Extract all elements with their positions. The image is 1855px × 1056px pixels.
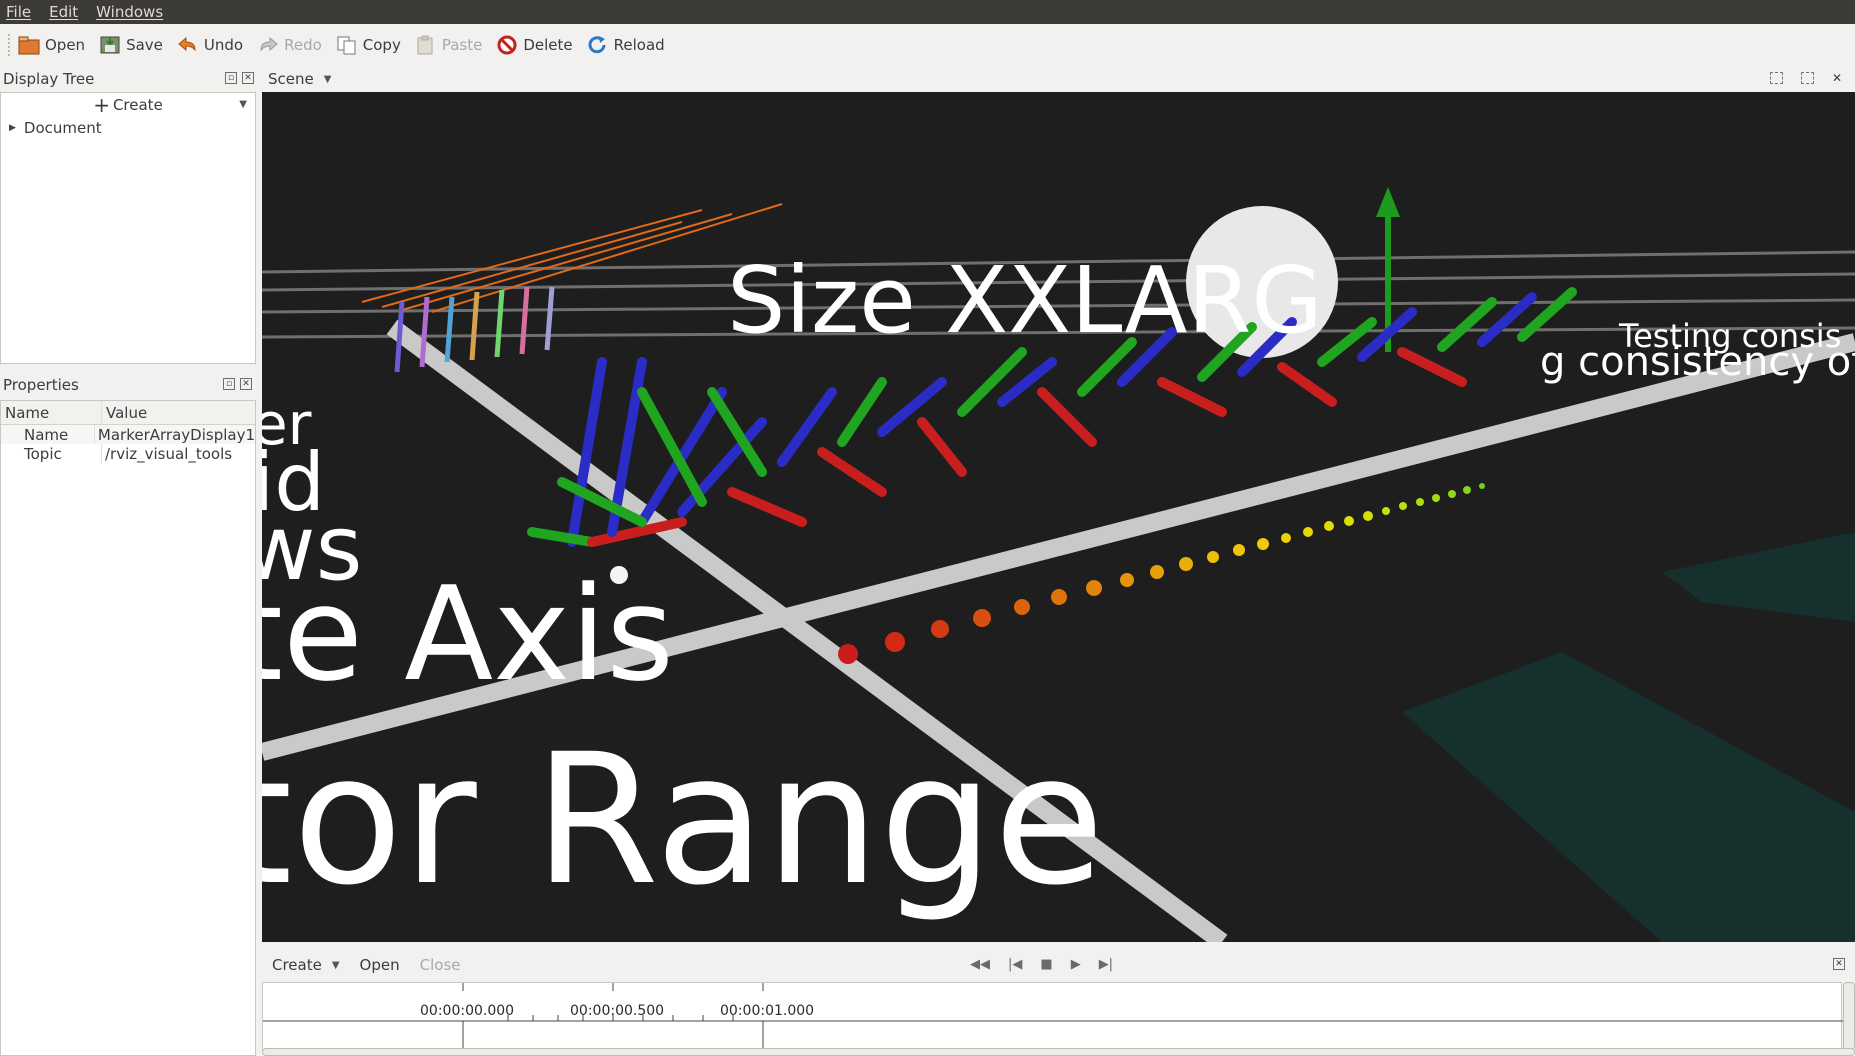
- paste-label: Paste: [441, 36, 483, 54]
- properties-table: Name Value Name MarkerArrayDisplay1 Topi…: [0, 400, 256, 1056]
- column-header-value[interactable]: Value: [102, 401, 255, 424]
- delete-label: Delete: [523, 36, 573, 54]
- scene-title[interactable]: Scene: [268, 70, 314, 88]
- column-header-name[interactable]: Name: [1, 401, 102, 424]
- save-icon: [100, 36, 120, 54]
- timeline-vertical-scrollbar[interactable]: [1843, 982, 1855, 1050]
- float-icon[interactable]: ▫: [223, 378, 235, 390]
- tree-item-label: Document: [23, 119, 102, 137]
- rewind-icon[interactable]: ◀◀: [970, 957, 990, 972]
- float-icon[interactable]: ▫: [225, 72, 237, 84]
- redo-button[interactable]: Redo: [257, 35, 322, 55]
- play-icon[interactable]: ▶: [1071, 957, 1081, 972]
- copy-label: Copy: [362, 36, 401, 54]
- redo-icon: [260, 36, 278, 52]
- overlay-text-er: er: [262, 390, 312, 458]
- scene-canvas: tor Range te Axis ws id er Size XXLARG T…: [262, 187, 1855, 942]
- scene-header: Scene ▼ ✕: [262, 66, 1855, 92]
- copy-button[interactable]: Copy: [336, 35, 401, 55]
- paste-icon: [417, 35, 433, 55]
- timeline-close-button[interactable]: Close: [420, 956, 461, 974]
- create-label: Create: [112, 96, 163, 114]
- left-dock: Display Tree ▫ ✕ + Create ▼ ▶ Document P…: [0, 66, 258, 1056]
- properties-header-row: Name Value: [1, 401, 255, 425]
- close-icon[interactable]: ✕: [242, 72, 254, 84]
- overlay-text-range: tor Range: [262, 716, 1104, 925]
- reload-label: Reload: [613, 36, 665, 54]
- timeline-create-label: Create: [272, 956, 322, 974]
- split-horizontal-icon[interactable]: [1770, 72, 1783, 84]
- menu-bar: File Edit Windows: [0, 0, 1855, 24]
- toolbar-grip[interactable]: [8, 34, 12, 56]
- property-value[interactable]: /rviz_visual_tools: [102, 444, 255, 463]
- create-display-button[interactable]: + Create ▼: [1, 93, 255, 117]
- timeline-track[interactable]: 00:00:00.000 00:00:00.500 00:00:01.000: [262, 982, 1843, 1051]
- properties-header: Properties ▫ ✕: [0, 372, 256, 398]
- property-name: Topic: [1, 444, 102, 463]
- plus-icon: +: [93, 93, 110, 117]
- properties-title: Properties: [3, 376, 79, 394]
- timeline-horizontal-scrollbar[interactable]: [262, 1048, 1855, 1056]
- timeline-open-button[interactable]: Open: [360, 956, 400, 974]
- playback-controls: ◀◀ |◀ ■ ▶ ▶|: [970, 957, 1113, 972]
- delete-icon: [497, 35, 517, 55]
- undo-label: Undo: [203, 36, 244, 54]
- folder-open-icon: [18, 36, 40, 55]
- display-tree-header: Display Tree ▫ ✕: [0, 66, 258, 92]
- reload-icon: [588, 36, 606, 54]
- property-value[interactable]: MarkerArrayDisplay1: [95, 425, 255, 444]
- stop-icon[interactable]: ■: [1040, 957, 1052, 972]
- close-icon[interactable]: ✕: [1832, 72, 1845, 84]
- split-vertical-icon[interactable]: [1801, 72, 1814, 84]
- delete-button[interactable]: Delete: [496, 35, 573, 55]
- close-icon[interactable]: ✕: [1833, 958, 1845, 970]
- property-name: Name: [1, 425, 95, 444]
- toolbar: Open Save Undo Redo Copy Paste Delete Re…: [0, 24, 1855, 66]
- reload-button[interactable]: Reload: [587, 35, 665, 55]
- overlay-text-size: Size XXLARG: [727, 247, 1323, 354]
- chevron-down-icon[interactable]: ▼: [239, 99, 247, 110]
- display-tree-title: Display Tree: [3, 70, 95, 88]
- timeline-tick-label: 00:00:00.000: [420, 1003, 515, 1019]
- timeline-panel: Create ▼ Open Close ◀◀ |◀ ■ ▶ ▶| ✕ 00:00…: [262, 948, 1855, 1056]
- timeline-tick-label: 00:00:01.000: [720, 1003, 815, 1019]
- table-row[interactable]: Name MarkerArrayDisplay1: [1, 425, 255, 444]
- menu-file[interactable]: File: [6, 3, 31, 21]
- skip-end-icon[interactable]: ▶|: [1099, 957, 1113, 972]
- orange-lines: [361, 203, 783, 313]
- 3d-viewport[interactable]: tor Range te Axis ws id er Size XXLARG T…: [262, 92, 1855, 942]
- menu-windows[interactable]: Windows: [96, 3, 163, 21]
- open-button[interactable]: Open: [18, 35, 85, 55]
- paste-button[interactable]: Paste: [415, 35, 483, 55]
- undo-icon: [178, 36, 196, 52]
- chevron-down-icon[interactable]: ▼: [332, 960, 340, 971]
- chevron-down-icon[interactable]: ▼: [324, 74, 332, 85]
- copy-icon: [337, 36, 356, 55]
- open-label: Open: [45, 36, 86, 54]
- menu-edit[interactable]: Edit: [49, 3, 78, 21]
- skip-start-icon[interactable]: |◀: [1008, 957, 1022, 972]
- tree-item-document[interactable]: ▶ Document: [1, 117, 255, 139]
- table-row[interactable]: Topic /rviz_visual_tools: [1, 444, 255, 463]
- expand-arrow-icon[interactable]: ▶: [9, 123, 16, 133]
- timeline-toolbar: Create ▼ Open Close ◀◀ |◀ ■ ▶ ▶| ✕: [262, 948, 1855, 982]
- colored-bars: [394, 286, 555, 373]
- teal-plane-2: [1662, 532, 1855, 622]
- timeline-tick-label: 00:00:00.500: [570, 1003, 665, 1019]
- save-button[interactable]: Save: [99, 35, 163, 55]
- overlay-text-testing-2: g consistency of: [1540, 339, 1855, 385]
- display-tree: + Create ▼ ▶ Document: [0, 92, 256, 364]
- teal-plane: [1402, 652, 1855, 942]
- undo-button[interactable]: Undo: [177, 35, 243, 55]
- timeline-create-button[interactable]: Create ▼: [272, 956, 340, 974]
- redo-label: Redo: [284, 36, 322, 54]
- save-label: Save: [126, 36, 163, 54]
- green-arrow-head: [1376, 187, 1400, 217]
- close-icon[interactable]: ✕: [240, 378, 252, 390]
